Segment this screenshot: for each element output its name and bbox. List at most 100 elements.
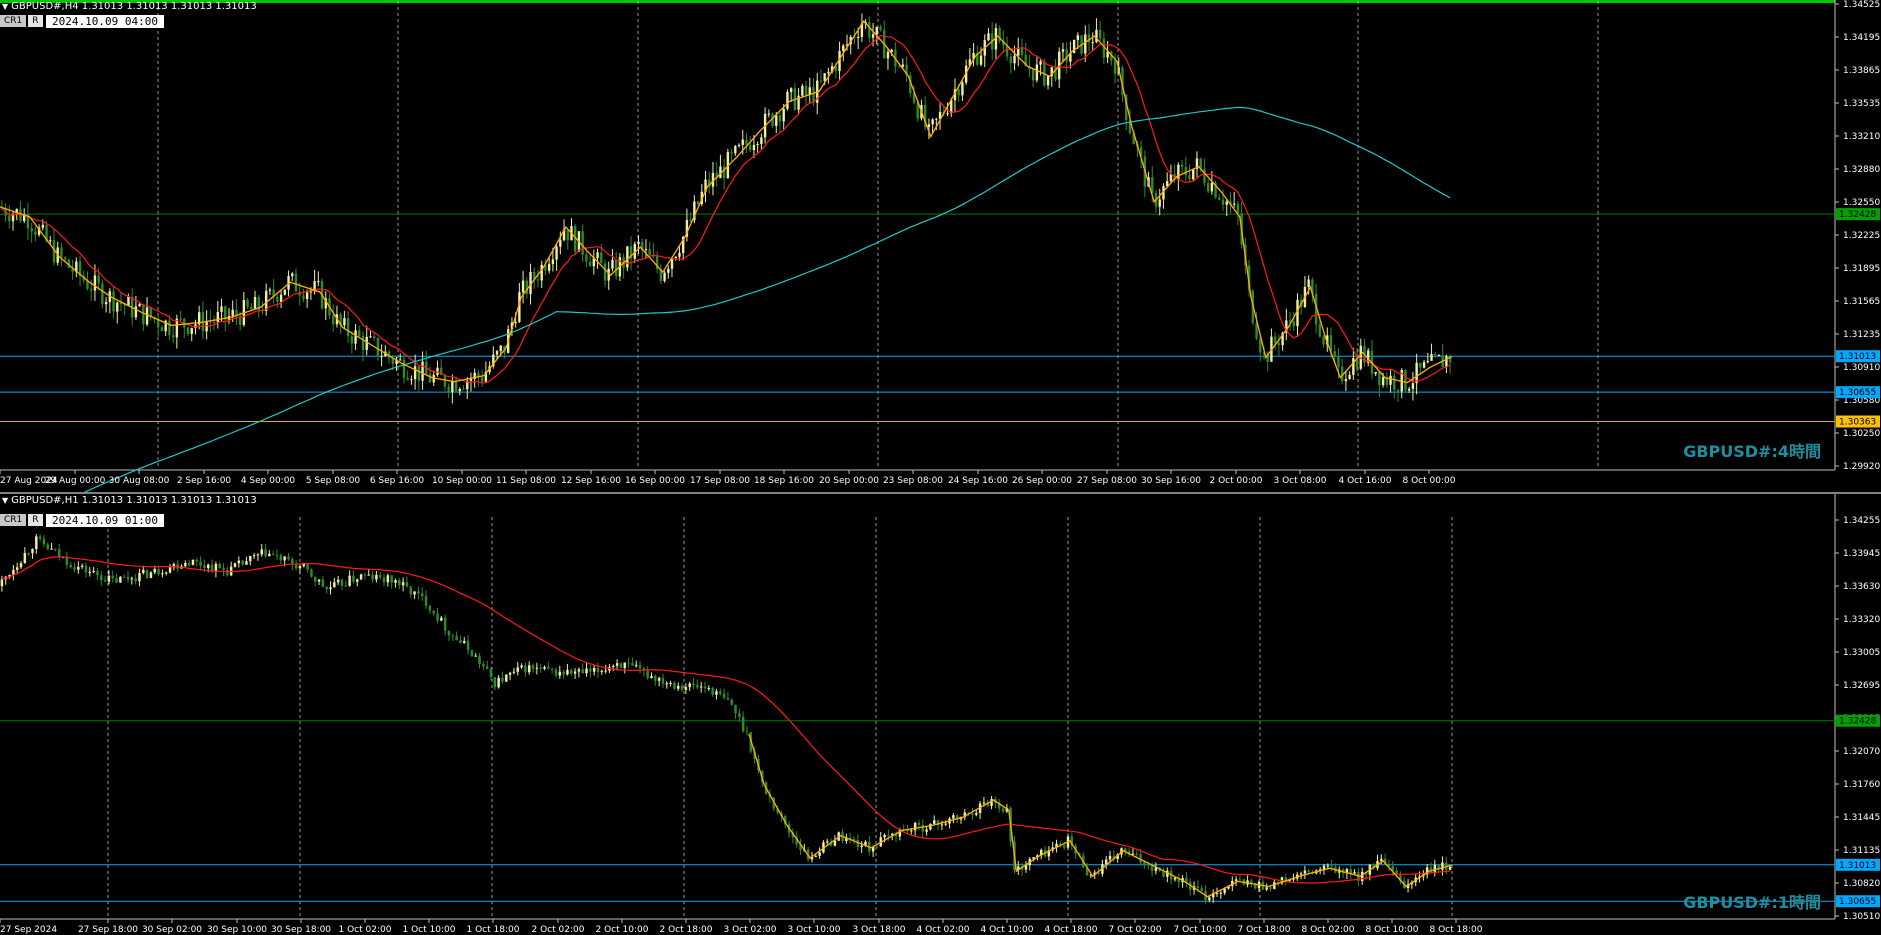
time-axis-label: 8 Oct 10:00 bbox=[1366, 925, 1419, 935]
price-axis-label: 1.33320 bbox=[1843, 615, 1880, 625]
h4-chart-pane[interactable]: 1.34525 1.34195 1.33865 1.33535 1.33210 1.328… bbox=[0, 0, 1881, 492]
candle-body bbox=[119, 576, 122, 583]
time-axis-label: 11 Sep 08:00 bbox=[496, 476, 556, 486]
time-axis-label: 3 Oct 08:00 bbox=[1274, 476, 1327, 486]
time-axis-label: 16 Sep 00:00 bbox=[625, 476, 685, 486]
h1-chart-canvas[interactable]: 1.34255 1.33945 1.33630 1.33320 1.33005 1.326… bbox=[0, 494, 1881, 935]
candle-body bbox=[1378, 372, 1381, 386]
candle-body bbox=[354, 330, 357, 344]
candle-body bbox=[1337, 356, 1340, 367]
candle-body bbox=[875, 26, 878, 35]
candle-body bbox=[340, 579, 344, 586]
candle-body bbox=[741, 139, 744, 145]
candle-body bbox=[1238, 879, 1242, 881]
candle-body bbox=[375, 575, 378, 580]
candle-body bbox=[241, 560, 244, 565]
candle-body bbox=[23, 553, 27, 564]
candle-body bbox=[34, 231, 37, 235]
collapse-triangle-icon[interactable]: ▼ bbox=[2, 496, 8, 505]
candle-body bbox=[562, 671, 565, 675]
price-axis-label: 1.33945 bbox=[1843, 549, 1880, 559]
candle-body bbox=[1330, 865, 1333, 867]
candle-body bbox=[97, 275, 100, 284]
price-tag-label: 1.31013 bbox=[1839, 861, 1876, 871]
candle-body bbox=[540, 264, 543, 281]
candle-body bbox=[501, 677, 504, 682]
candle-body bbox=[41, 224, 45, 228]
candle-body bbox=[883, 835, 886, 838]
h1-button-cr1[interactable]: CR1 bbox=[0, 514, 27, 526]
time-axis-label: 27 Sep 18:00 bbox=[78, 925, 138, 935]
candle-body bbox=[1113, 60, 1117, 74]
price-axis-label: 1.32880 bbox=[1843, 165, 1880, 175]
candle-body bbox=[417, 366, 421, 381]
candle-body bbox=[321, 579, 325, 587]
candle-body bbox=[1344, 379, 1348, 382]
h4-button-r[interactable]: R bbox=[28, 15, 43, 27]
h4-timeframe-label: GBPUSD#:4時間 bbox=[1683, 442, 1821, 461]
candle-body bbox=[409, 586, 412, 595]
candle-body bbox=[268, 553, 271, 557]
candle-body bbox=[96, 571, 99, 576]
candle-body bbox=[741, 716, 745, 732]
candle-body bbox=[688, 683, 691, 688]
time-axis-label: 27 Sep 08:00 bbox=[1077, 476, 1137, 486]
h1-chart-pane[interactable]: 1.34255 1.33945 1.33630 1.33320 1.33005 1.326… bbox=[0, 492, 1881, 935]
candle-body bbox=[913, 822, 917, 831]
candle-body bbox=[417, 591, 420, 594]
candle-body bbox=[1173, 877, 1177, 880]
candle-body bbox=[390, 575, 393, 583]
candle-body bbox=[1437, 355, 1441, 357]
candle-body bbox=[348, 575, 351, 586]
h4-button-cr1[interactable]: CR1 bbox=[0, 15, 27, 27]
h4-chart-canvas[interactable]: 1.34525 1.34195 1.33865 1.33535 1.33210 1.328… bbox=[0, 0, 1881, 492]
candle-body bbox=[573, 671, 577, 674]
price-axis-label: 1.33630 bbox=[1843, 582, 1880, 592]
candle-body bbox=[603, 263, 607, 281]
candle-body bbox=[245, 561, 248, 565]
candle-body bbox=[1091, 42, 1094, 44]
price-axis-label: 1.33535 bbox=[1843, 99, 1880, 109]
time-axis-label: 2 Oct 00:00 bbox=[1210, 476, 1263, 486]
candle-body bbox=[294, 273, 298, 292]
candle-body bbox=[463, 641, 466, 644]
candle-body bbox=[814, 855, 818, 857]
candle-body bbox=[1203, 168, 1206, 184]
candle-body bbox=[692, 683, 695, 686]
candle-body bbox=[1084, 34, 1087, 54]
collapse-triangle-icon[interactable]: ▼ bbox=[2, 2, 8, 11]
candle-body bbox=[203, 565, 206, 569]
candle-body bbox=[386, 575, 390, 583]
candle-body bbox=[161, 573, 164, 575]
candle-body bbox=[424, 596, 428, 606]
h1-button-r[interactable]: R bbox=[28, 514, 43, 526]
candle-body bbox=[168, 567, 172, 573]
time-axis-label: 3 Oct 02:00 bbox=[724, 925, 777, 935]
candle-body bbox=[402, 359, 406, 378]
candle-body bbox=[952, 815, 955, 819]
candle-body bbox=[84, 565, 88, 573]
candle-body bbox=[1039, 61, 1042, 65]
candle-body bbox=[1098, 29, 1102, 39]
candle-body bbox=[1046, 76, 1050, 86]
candle-body bbox=[1303, 870, 1307, 874]
candle-body bbox=[142, 304, 145, 325]
candle-body bbox=[1360, 871, 1364, 881]
candle-body bbox=[164, 572, 168, 574]
candle-body bbox=[585, 254, 588, 262]
candle-body bbox=[801, 85, 804, 96]
candle-body bbox=[116, 302, 119, 312]
candle-body bbox=[842, 45, 845, 51]
candle-body bbox=[1009, 56, 1013, 64]
candle-body bbox=[611, 259, 614, 269]
candle-body bbox=[536, 279, 540, 281]
candle-body bbox=[596, 667, 600, 672]
time-axis-label: 30 Sep 02:00 bbox=[142, 925, 202, 935]
candle-body bbox=[570, 669, 573, 674]
candle-body bbox=[1396, 389, 1400, 392]
candle-body bbox=[1208, 897, 1211, 901]
candle-body bbox=[73, 567, 76, 570]
candle-body bbox=[775, 115, 778, 126]
candle-body bbox=[459, 640, 462, 644]
candle-body bbox=[539, 667, 542, 669]
